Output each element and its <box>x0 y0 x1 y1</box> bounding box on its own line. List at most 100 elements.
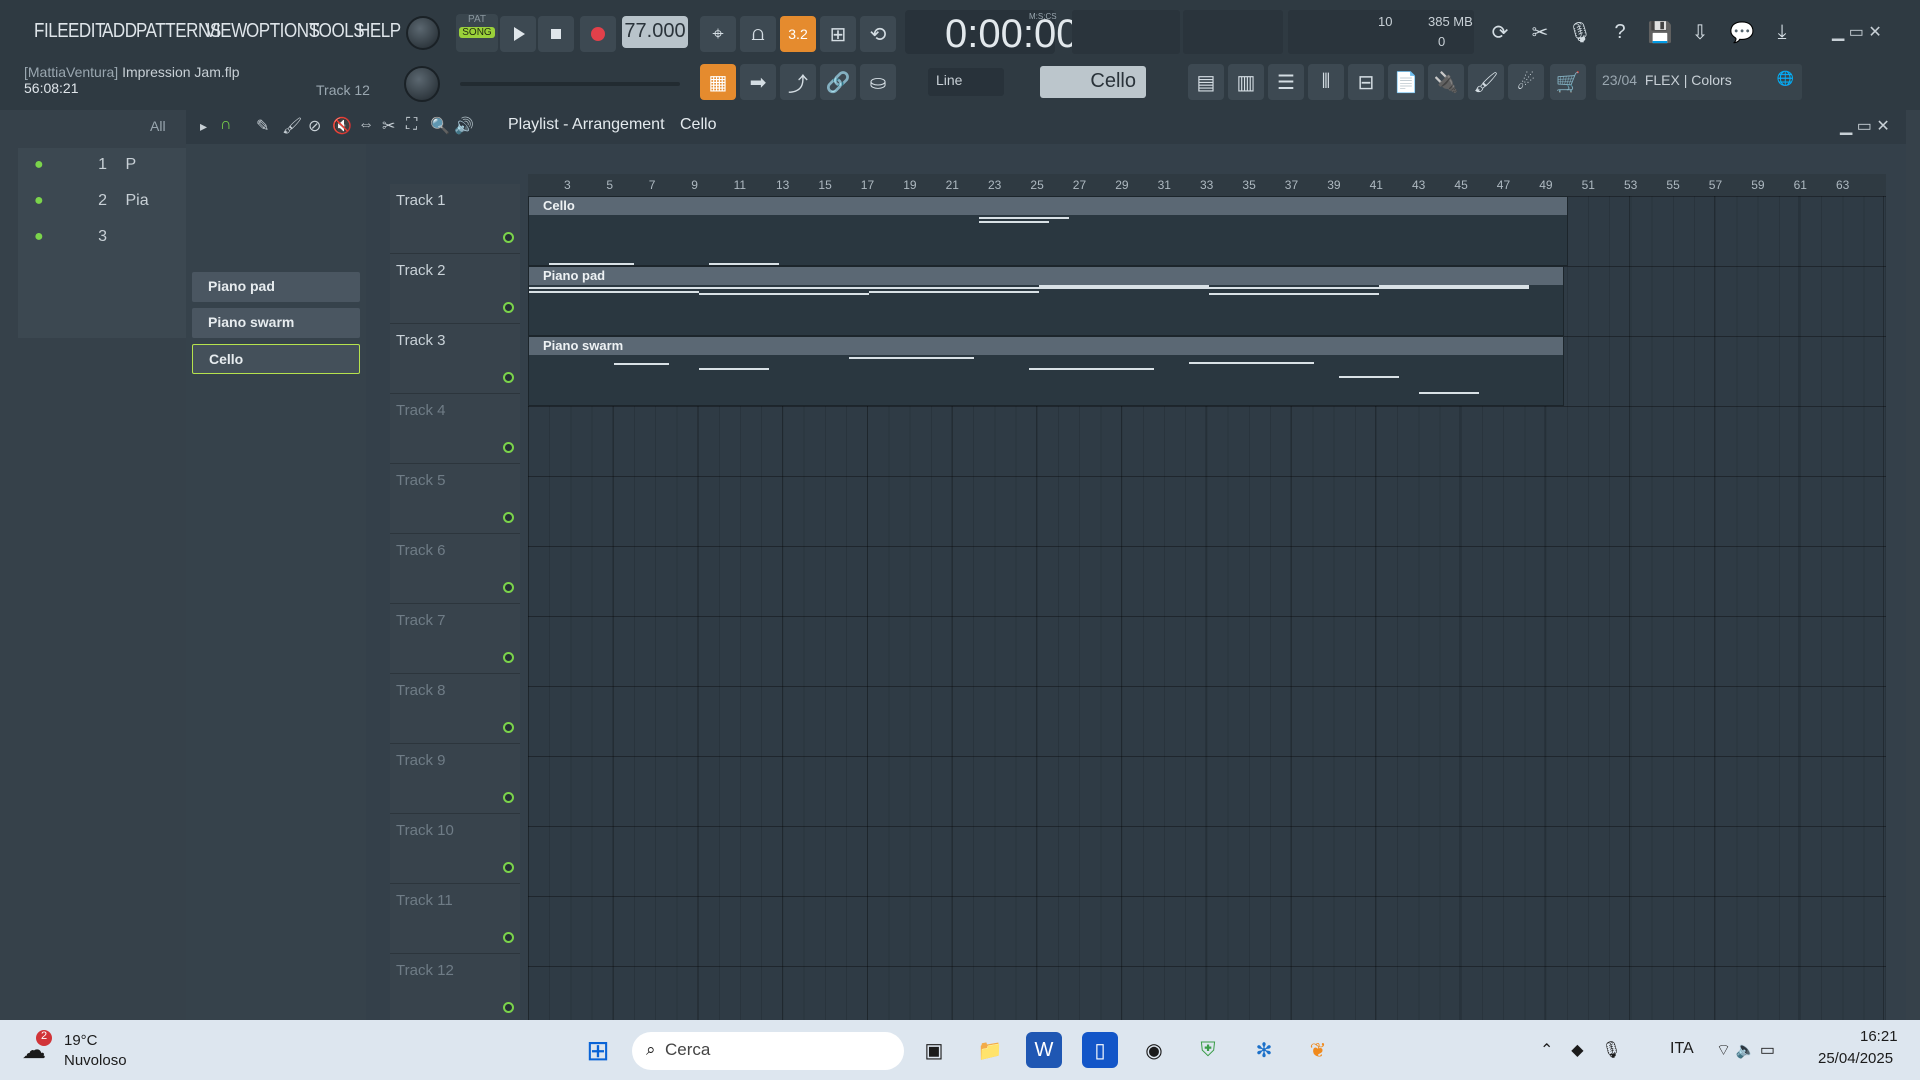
picker-item-cello[interactable]: Cello <box>192 344 360 374</box>
menu-file[interactable]: FILE <box>34 20 69 43</box>
snap-select[interactable]: Line <box>928 68 1004 96</box>
browser-button[interactable]: ⊟ <box>1348 64 1384 100</box>
arrangement-grid[interactable]: Cello Piano pad Piano swarm <box>528 196 1886 1020</box>
countdown-button[interactable]: 3.2 <box>780 16 816 52</box>
minimize-icon[interactable]: ▁ <box>1832 24 1844 41</box>
pencil-icon[interactable]: ✎ <box>256 116 269 136</box>
playlist-window-controls[interactable]: ▁ ▭ ✕ <box>1840 116 1890 136</box>
record-audio-button[interactable]: 🎙 <box>1562 14 1598 50</box>
track-header[interactable]: Track 12 <box>390 954 520 1024</box>
touch-keyboard-button[interactable]: 🖌 <box>1468 64 1504 100</box>
mute-icon[interactable]: 🔇 <box>332 116 352 136</box>
select-icon[interactable]: ⛶ <box>406 116 417 134</box>
pat-song-toggle[interactable]: PAT SONG <box>456 14 498 52</box>
pattern-selector[interactable]: Cello <box>1040 66 1146 98</box>
piano-roll-button[interactable]: ▤ <box>1188 64 1224 100</box>
download-button[interactable]: ⤓ <box>1764 14 1800 50</box>
clock-date[interactable]: 25/04/2025 <box>1818 1050 1893 1067</box>
track-header[interactable]: Track 6 <box>390 534 520 604</box>
save-button[interactable]: 💾 <box>1642 14 1678 50</box>
timeline-ruler[interactable]: 3 5 7 9 11 13 15 17 19 21 23 25 27 29 31 33 35 37 39 41 43 45… <box>528 174 1886 196</box>
channel-row-2[interactable]: ● 2 Pia <box>34 192 154 218</box>
notes-button[interactable]: ▯ <box>1082 1032 1118 1068</box>
close-icon[interactable]: ✕ <box>1868 24 1881 41</box>
track-header[interactable]: Track 10 <box>390 814 520 884</box>
slice-icon[interactable]: ✂ <box>382 116 395 136</box>
track-mute-led[interactable] <box>503 862 514 873</box>
step-edit-button[interactable]: ⊞ <box>820 16 856 52</box>
plugin-database-button[interactable]: 🔌 <box>1428 64 1464 100</box>
rack-filter[interactable]: All <box>150 118 166 134</box>
track-mute-led[interactable] <box>503 512 514 523</box>
fl-studio-taskbar-button[interactable]: ❦ <box>1300 1032 1336 1068</box>
track-mute-led[interactable] <box>503 582 514 593</box>
tray-icons[interactable]: ⌃ ◆ 🎙 <box>1540 1040 1622 1060</box>
menu-edit[interactable]: EDIT <box>68 20 105 43</box>
record-button[interactable] <box>580 16 616 52</box>
chat-button[interactable]: 💬 <box>1724 14 1760 50</box>
playback-icon[interactable]: 🔊 <box>454 116 474 136</box>
track-header[interactable]: Track 7 <box>390 604 520 674</box>
tempo-tap-button[interactable]: ☄ <box>1508 64 1544 100</box>
channel-row-3[interactable]: ● 3 <box>34 228 154 254</box>
vpn-button[interactable]: ⛨ <box>1190 1032 1226 1068</box>
track-header[interactable]: Track 1 <box>390 184 520 254</box>
playlist-crumb[interactable]: Cello <box>680 116 716 134</box>
render-button[interactable]: ⇩ <box>1682 14 1718 50</box>
track-mute-led[interactable] <box>503 232 514 243</box>
wait-input-button[interactable]: ⩍ <box>740 16 776 52</box>
track-header[interactable]: Track 11 <box>390 884 520 954</box>
clock-time[interactable]: 16:21 <box>1860 1028 1898 1045</box>
master-pitch-knob[interactable] <box>404 66 440 102</box>
maximize-icon[interactable]: ▭ <box>1849 24 1864 41</box>
menu-view[interactable]: VIEW <box>205 20 247 43</box>
pattern-clip[interactable]: Piano pad <box>528 266 1564 336</box>
paint-icon[interactable]: 🖌 <box>282 116 302 136</box>
track-header[interactable]: Track 8 <box>390 674 520 744</box>
input-language[interactable]: ITA <box>1670 1040 1694 1058</box>
app-button[interactable]: ✻ <box>1246 1032 1282 1068</box>
word-button[interactable]: W <box>1026 1032 1062 1068</box>
mixer-button[interactable]: ⫴ <box>1308 64 1344 100</box>
master-volume-knob[interactable] <box>406 16 440 50</box>
link-button[interactable]: 🔗 <box>820 64 856 100</box>
track-header[interactable]: Track 2 <box>390 254 520 324</box>
track-mute-led[interactable] <box>503 792 514 803</box>
playlist-toggle-button[interactable]: ▦ <box>700 64 736 100</box>
track-header[interactable]: Track 5 <box>390 464 520 534</box>
track-header[interactable]: Track 3 <box>390 324 520 394</box>
options-arrow-icon[interactable]: ▸ <box>200 118 207 135</box>
track-mute-led[interactable] <box>503 722 514 733</box>
menu-add[interactable]: ADD <box>102 20 137 43</box>
file-explorer-button[interactable]: 📁 <box>972 1032 1008 1068</box>
task-view-button[interactable]: ▣ <box>916 1032 952 1068</box>
stop-button[interactable] <box>538 16 574 52</box>
picker-item-piano-pad[interactable]: Piano pad <box>192 272 360 302</box>
menu-tools[interactable]: TOOLS <box>309 20 365 43</box>
taskbar-search[interactable]: ⌕ Cerca <box>632 1032 904 1070</box>
zoom-icon[interactable]: 🔍 <box>430 116 450 136</box>
track-mute-led[interactable] <box>503 652 514 663</box>
magnet-icon[interactable]: ∩ <box>220 116 232 134</box>
loop-record-button[interactable]: ⟲ <box>860 16 896 52</box>
templates-button[interactable]: 📄 <box>1388 64 1424 100</box>
play-button[interactable] <box>500 16 536 52</box>
undo-history-button[interactable]: ⟳ <box>1482 14 1518 50</box>
slip-icon[interactable]: ⇔ <box>358 116 374 134</box>
network-volume-battery[interactable]: ⌔ 🔈 ▭ <box>1716 1040 1775 1060</box>
pattern-clip[interactable]: Piano swarm <box>528 336 1564 406</box>
slide-tool-button[interactable]: ⤴ <box>780 64 816 100</box>
news-panel[interactable]: 23/04 FLEX | Colors 🌐 <box>1596 64 1802 100</box>
arrow-tool-button[interactable]: ➡ <box>740 64 776 100</box>
track-mute-led[interactable] <box>503 372 514 383</box>
start-button[interactable]: ⊞ <box>580 1032 616 1068</box>
track-header[interactable]: Track 4 <box>390 394 520 464</box>
metronome-button[interactable]: ⌖ <box>700 16 736 52</box>
track-mute-led[interactable] <box>503 442 514 453</box>
shop-button[interactable]: 🛒 <box>1550 64 1586 100</box>
cut-button[interactable]: ✂ <box>1522 14 1558 50</box>
time-display[interactable]: 0:00:00 M:S:CS <box>905 10 1078 56</box>
master-volume-slider[interactable] <box>460 82 680 86</box>
stamp-button[interactable]: ⛀ <box>860 64 896 100</box>
picker-item-piano-swarm[interactable]: Piano swarm <box>192 308 360 338</box>
